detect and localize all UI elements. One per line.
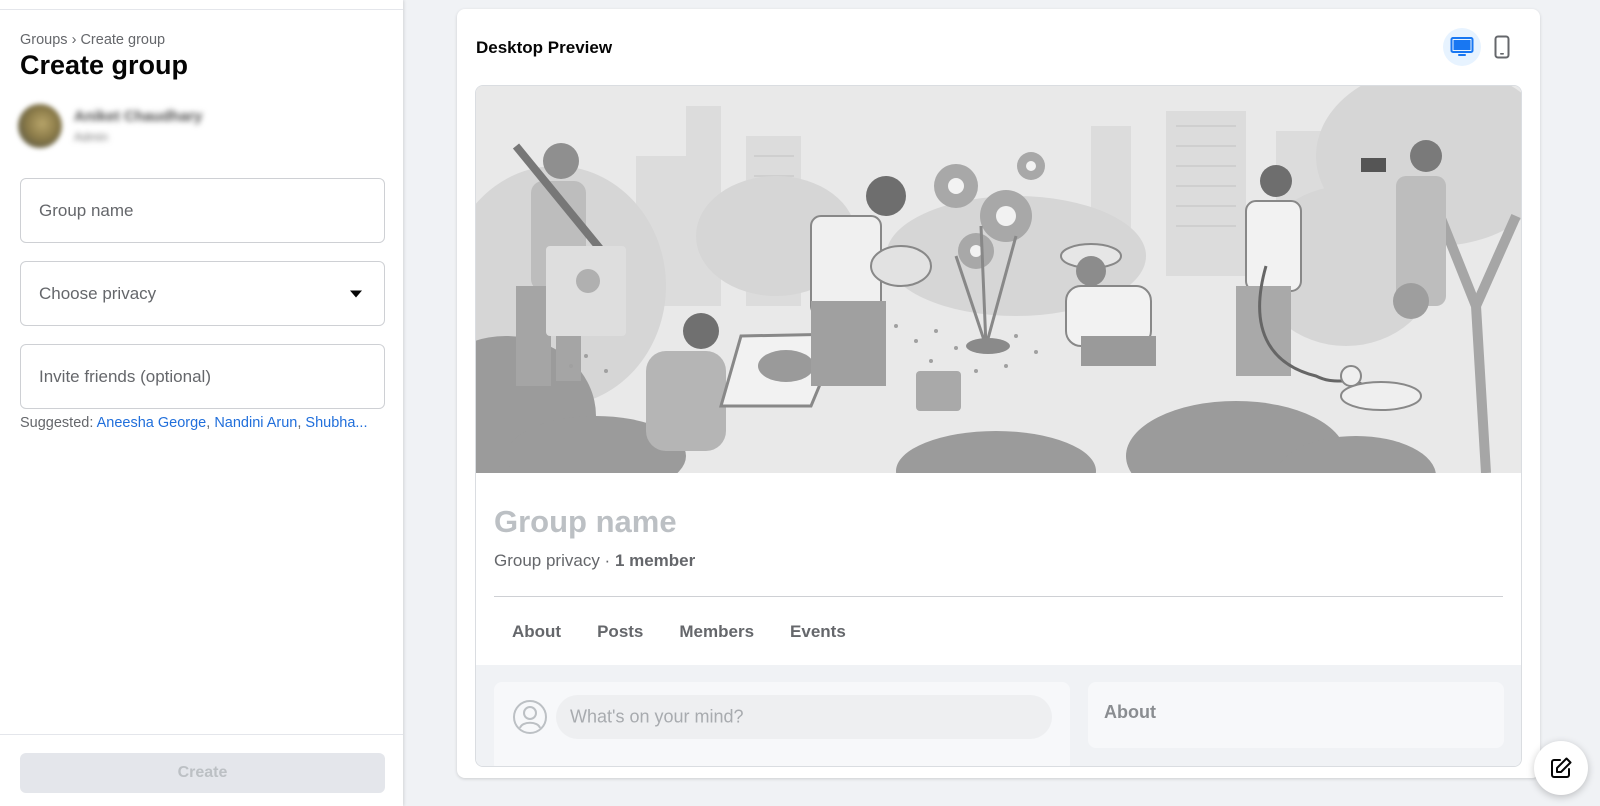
compose-icon — [1551, 757, 1572, 778]
suggested-label: Suggested: — [20, 415, 94, 431]
preview-body: What's on your mind? About — [476, 665, 1521, 766]
breadcrumb: Groups › Create group — [20, 32, 165, 48]
privacy-placeholder: Choose privacy — [39, 283, 157, 303]
group-name-placeholder: Group name — [39, 200, 134, 220]
caret-down-icon — [350, 290, 362, 297]
breadcrumb-groups[interactable]: Groups — [20, 32, 68, 48]
avatar — [18, 104, 62, 148]
invite-placeholder: Invite friends (optional) — [39, 366, 211, 386]
composer-input: What's on your mind? — [556, 695, 1052, 739]
desktop-icon — [1450, 37, 1474, 56]
preview-about-card: About — [1088, 682, 1504, 748]
meta-separator: · — [599, 551, 615, 570]
preview-tabs: About Posts Members Events — [494, 622, 864, 642]
composer-placeholder: What's on your mind? — [570, 706, 744, 727]
sidebar-footer: Create — [0, 734, 403, 806]
group-name-input[interactable]: Group name — [20, 178, 385, 243]
preview-title: Desktop Preview — [476, 38, 613, 57]
cover-illustration — [476, 86, 1521, 473]
desktop-preview-button[interactable] — [1443, 28, 1481, 66]
admin-profile: Aniket Chaudhary Admin — [16, 100, 316, 152]
preview-group-name: Group name — [494, 504, 677, 539]
breadcrumb-separator: › — [67, 32, 81, 48]
profile-role: Admin — [74, 130, 109, 144]
compose-button[interactable] — [1534, 741, 1588, 795]
suggested-friend[interactable]: Aneesha George — [97, 415, 207, 431]
privacy-select[interactable]: Choose privacy — [20, 261, 385, 326]
tab-members: Members — [679, 622, 755, 641]
preview-member-count: 1 member — [614, 551, 696, 570]
invite-friends-input[interactable]: Invite friends (optional) — [20, 344, 385, 409]
about-heading: About — [1104, 702, 1156, 722]
profile-name: Aniket Chaudhary — [74, 108, 203, 125]
breadcrumb-current: Create group — [80, 32, 166, 48]
suggested-friends: Suggested: Aneesha George, Nandini Arun,… — [20, 415, 368, 431]
desktop-preview-panel: Desktop Preview Group name Group privacy… — [457, 9, 1540, 778]
tab-about: About — [512, 622, 562, 641]
preview-divider — [494, 596, 1503, 597]
user-avatar-icon — [513, 700, 547, 734]
tab-events: Events — [790, 622, 846, 641]
mobile-icon — [1494, 35, 1510, 59]
mobile-preview-button[interactable] — [1483, 28, 1521, 66]
top-divider — [0, 0, 403, 10]
preview-privacy: Group privacy — [494, 551, 600, 570]
group-preview: Group name Group privacy · 1 member Abou… — [475, 85, 1522, 767]
suggested-friend[interactable]: Nandini Arun — [214, 415, 297, 431]
page-title: Create group — [20, 50, 189, 80]
create-button[interactable]: Create — [20, 753, 385, 793]
preview-group-meta: Group privacy · 1 member — [494, 551, 695, 571]
suggested-friend[interactable]: Shubha... — [305, 415, 367, 431]
create-group-sidebar: Groups › Create group Create group Anike… — [0, 0, 403, 806]
preview-composer: What's on your mind? — [494, 682, 1070, 766]
tab-posts: Posts — [597, 622, 644, 641]
